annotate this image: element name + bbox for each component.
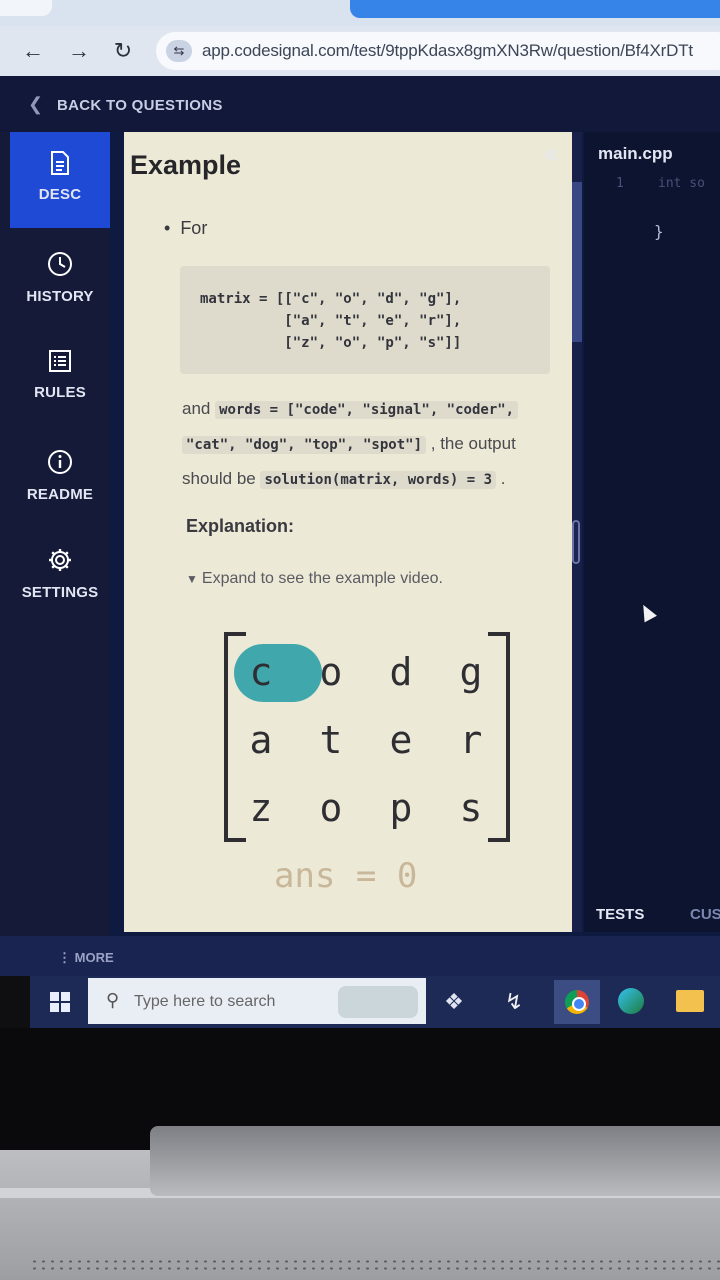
matrix-code: matrix = [["c", "o", "d", "g"], ["a", "t… bbox=[200, 291, 462, 351]
pane-splitter-handle[interactable] bbox=[572, 520, 580, 564]
matrix-cell: t bbox=[319, 718, 343, 762]
matrix-cell: z bbox=[249, 786, 273, 830]
output-text: , the output bbox=[430, 434, 516, 453]
forward-arrow-icon[interactable]: → bbox=[64, 36, 94, 66]
example-video-matrix[interactable]: c o d g a t e r z o p s bbox=[224, 632, 510, 844]
matrix-cell: d bbox=[389, 650, 413, 694]
scrollbar-thumb[interactable] bbox=[572, 182, 582, 342]
clock-icon bbox=[48, 252, 72, 276]
sidebar-item-label: SETTINGS bbox=[21, 584, 99, 601]
info-icon bbox=[48, 450, 72, 474]
code-line-2: } bbox=[654, 222, 664, 241]
sidebar-item-desc[interactable]: DESC bbox=[10, 132, 110, 228]
more-label: MORE bbox=[74, 950, 114, 965]
should-be-text: should be bbox=[182, 469, 256, 488]
speaker-grille bbox=[30, 1258, 720, 1272]
example-paragraph: and words = ["code", "signal", "coder", … bbox=[182, 392, 562, 497]
sidebar-item-settings[interactable]: SETTINGS bbox=[10, 528, 110, 624]
editor-file-tab[interactable]: main.cpp bbox=[598, 144, 673, 164]
chevron-left-icon: ❮ bbox=[28, 94, 44, 114]
task-view-icon[interactable]: ❖ bbox=[434, 984, 474, 1020]
bullet-text: For bbox=[180, 218, 208, 238]
reload-icon[interactable]: ↻ bbox=[108, 36, 138, 66]
expand-text: Expand to see the example video. bbox=[201, 570, 443, 587]
matrix-cell: r bbox=[459, 718, 483, 762]
more-bar: ⋮ MORE bbox=[0, 936, 720, 976]
sidebar-item-label: HISTORY bbox=[26, 288, 94, 305]
and-text: and bbox=[182, 399, 211, 418]
document-icon bbox=[51, 151, 69, 175]
ans-counter: ans = 0 bbox=[274, 856, 418, 896]
sidebar-item-rules[interactable]: RULES bbox=[10, 330, 110, 426]
site-settings-icon[interactable]: ⇆ bbox=[166, 40, 192, 62]
windows-start-icon[interactable] bbox=[50, 992, 70, 1012]
matrix-cell: c bbox=[249, 650, 273, 694]
back-to-questions-label: BACK TO QUESTIONS bbox=[57, 97, 223, 114]
browser-tab-strip bbox=[0, 0, 720, 26]
lightning-app-icon[interactable]: ↯ bbox=[494, 984, 534, 1020]
sidebar-item-history[interactable]: HISTORY bbox=[10, 232, 110, 328]
chrome-taskbar-icon[interactable] bbox=[554, 980, 600, 1024]
words-code: words = ["code", "signal", "coder", bbox=[215, 401, 519, 419]
back-to-questions-bar[interactable]: ❮ BACK TO QUESTIONS bbox=[0, 76, 720, 132]
example-heading: Example bbox=[130, 150, 242, 180]
back-arrow-icon[interactable]: ← bbox=[18, 36, 48, 66]
explanation-label: Explanation: bbox=[186, 516, 295, 536]
list-icon bbox=[49, 350, 71, 372]
codesignal-app: ❮ BACK TO QUESTIONS DESC HISTORY RULES R… bbox=[0, 76, 720, 936]
more-button[interactable]: ⋮ MORE bbox=[58, 950, 114, 966]
solution-code: solution(matrix, words) = 3 bbox=[260, 471, 497, 489]
matrix-cell: a bbox=[249, 718, 273, 762]
description-panel: Example • For matrix = [["c", "o", "d", "… bbox=[124, 132, 572, 932]
windows-taskbar: ⚲ Type here to search ❖ ↯ bbox=[30, 976, 720, 1028]
matrix-cell: s bbox=[459, 786, 483, 830]
bullet-item: • For bbox=[164, 218, 208, 238]
matrix-cell: o bbox=[319, 650, 343, 694]
sidebar-item-label: README bbox=[26, 486, 94, 503]
sidebar-item-readme[interactable]: README bbox=[10, 430, 110, 526]
matrix-cell: p bbox=[389, 786, 413, 830]
search-placeholder: Type here to search bbox=[134, 993, 276, 1010]
matrix-code-block: matrix = [["c", "o", "d", "g"], ["a", "t… bbox=[180, 266, 550, 374]
matrix-cell: e bbox=[389, 718, 413, 762]
gear-icon bbox=[49, 549, 71, 571]
laptop-hinge bbox=[150, 1126, 720, 1196]
line-number: 1 bbox=[616, 176, 624, 191]
url-text: app.codesignal.com/test/9tppKdasx8gmXN3R… bbox=[202, 41, 693, 60]
tab-custom[interactable]: CUS bbox=[690, 906, 720, 923]
expand-video-toggle[interactable]: ▼ Expand to see the example video. bbox=[186, 570, 443, 588]
words-code-continued: "cat", "dog", "top", "spot"] bbox=[182, 436, 427, 454]
address-bar[interactable]: ⇆ app.codesignal.com/test/9tppKdasx8gmXN… bbox=[156, 32, 720, 70]
code-line-1: int so bbox=[658, 176, 705, 191]
collapse-panel-icon[interactable]: « bbox=[544, 138, 558, 169]
edge-taskbar-icon[interactable] bbox=[618, 988, 644, 1014]
search-icon: ⚲ bbox=[106, 990, 120, 1010]
taskbar-search-box[interactable]: ⚲ Type here to search bbox=[88, 978, 426, 1024]
matrix-cell: o bbox=[319, 786, 343, 830]
browser-toolbar: ← → ↻ ⇆ app.codesignal.com/test/9tppKdas… bbox=[0, 26, 720, 76]
sidebar: DESC HISTORY RULES README SETTINGS bbox=[0, 132, 110, 936]
tab-tests[interactable]: TESTS bbox=[596, 906, 644, 923]
sidebar-item-label: DESC bbox=[38, 186, 82, 203]
sidebar-item-label: RULES bbox=[34, 384, 86, 401]
file-explorer-icon[interactable] bbox=[676, 990, 704, 1012]
browser-tab[interactable] bbox=[0, 0, 52, 16]
search-highlight-image bbox=[338, 986, 418, 1018]
code-editor[interactable]: main.cpp 1 int so } TESTS CUS bbox=[584, 132, 720, 932]
triangle-down-icon: ▼ bbox=[186, 572, 198, 586]
browser-tab-active[interactable] bbox=[350, 0, 720, 18]
period-text: . bbox=[500, 469, 506, 488]
matrix-cell: g bbox=[459, 650, 483, 694]
